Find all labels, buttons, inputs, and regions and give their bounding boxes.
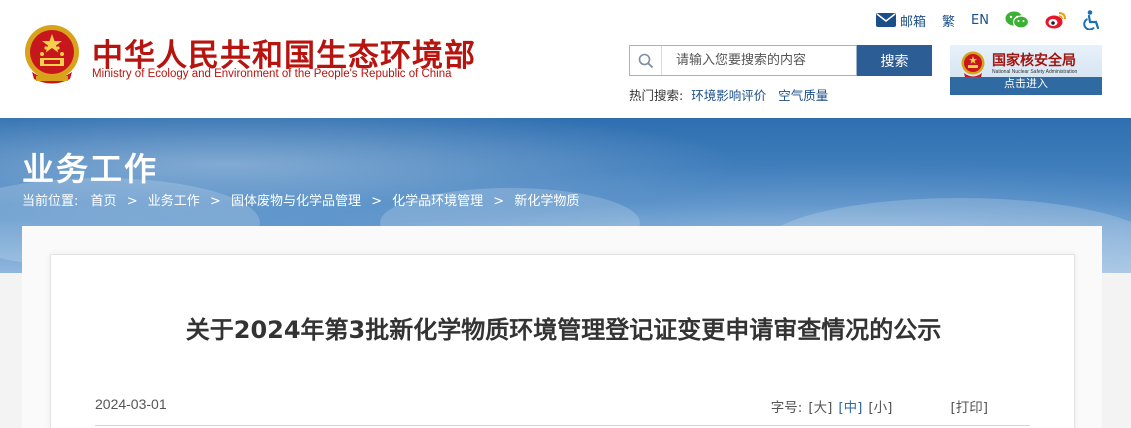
weibo-link[interactable] bbox=[1045, 11, 1067, 29]
article-date: 2024-03-01 bbox=[95, 396, 167, 412]
national-emblem-icon[interactable] bbox=[22, 24, 82, 86]
search-button[interactable]: 搜索 bbox=[857, 45, 932, 76]
weibo-icon bbox=[1045, 12, 1066, 29]
breadcrumb-business[interactable]: 业务工作 bbox=[148, 194, 200, 209]
font-size-medium[interactable]: [中] bbox=[838, 396, 862, 416]
nnsa-name: 国家核安全局 bbox=[992, 53, 1076, 69]
breadcrumb-chemicals[interactable]: 化学品环境管理 bbox=[392, 194, 483, 209]
breadcrumb-solid-waste[interactable]: 固体废物与化学品管理 bbox=[231, 194, 361, 209]
mail-label: 邮箱 bbox=[900, 14, 927, 30]
site-header: 中华人民共和国生态环境部 Ministry of Ecology and Env… bbox=[0, 0, 1131, 118]
article-title: 关于2024年第3批新化学物质环境管理登记证变更申请审查情况的公示 bbox=[185, 316, 942, 344]
breadcrumb-label: 当前位置: bbox=[22, 194, 79, 209]
font-size-label: 字号: bbox=[770, 400, 803, 416]
print-button[interactable]: [打印] bbox=[950, 396, 988, 416]
hot-search-item[interactable]: 空气质量 bbox=[778, 88, 828, 103]
font-size-large[interactable]: [大] bbox=[808, 396, 832, 416]
nnsa-name-english: National Nuclear Safety Administration bbox=[992, 69, 1078, 75]
article-tools: 字号: [大] [中] [小] [打印] bbox=[765, 396, 988, 416]
breadcrumb-separator: > bbox=[493, 194, 505, 209]
hot-search-label: 热门搜索: bbox=[629, 88, 684, 103]
nnsa-enter-label: 点击进入 bbox=[950, 77, 1102, 91]
article-card: 关于2024年第3批新化学物质环境管理登记证变更申请审查情况的公示 2024-0… bbox=[50, 254, 1075, 428]
search-input[interactable] bbox=[662, 46, 852, 75]
top-links: 邮箱 繁 EN bbox=[860, 10, 1101, 30]
hot-search: 热门搜索: 环境影响评价 空气质量 bbox=[629, 85, 828, 104]
meta-divider bbox=[95, 425, 1030, 426]
section-title: 业务工作 bbox=[22, 150, 159, 188]
breadcrumb: 当前位置: 首页 > 业务工作 > 固体废物与化学品管理 > 化学品环境管理 >… bbox=[22, 190, 579, 209]
wechat-link[interactable] bbox=[1005, 11, 1029, 29]
font-size-small[interactable]: [小] bbox=[868, 396, 892, 416]
search-box bbox=[629, 45, 857, 76]
wechat-icon bbox=[1005, 11, 1029, 29]
breadcrumb-home[interactable]: 首页 bbox=[91, 194, 117, 209]
breadcrumb-new-chemicals[interactable]: 新化学物质 bbox=[514, 194, 579, 209]
breadcrumb-separator: > bbox=[209, 194, 221, 209]
site-title-english: Ministry of Ecology and Environment of t… bbox=[92, 68, 452, 80]
nnsa-link[interactable]: 国家核安全局 National Nuclear Safety Administr… bbox=[950, 45, 1102, 95]
breadcrumb-separator: > bbox=[371, 194, 382, 209]
english-link[interactable]: EN bbox=[971, 13, 989, 28]
search-icon[interactable] bbox=[630, 46, 662, 75]
hot-search-item[interactable]: 环境影响评价 bbox=[691, 88, 766, 103]
accessibility-link[interactable] bbox=[1083, 10, 1101, 30]
traditional-chinese-link[interactable]: 繁 bbox=[942, 11, 955, 30]
mail-link[interactable]: 邮箱 bbox=[876, 11, 926, 30]
breadcrumb-separator: > bbox=[126, 194, 138, 209]
accessibility-icon bbox=[1083, 10, 1100, 30]
mail-icon bbox=[876, 13, 897, 27]
